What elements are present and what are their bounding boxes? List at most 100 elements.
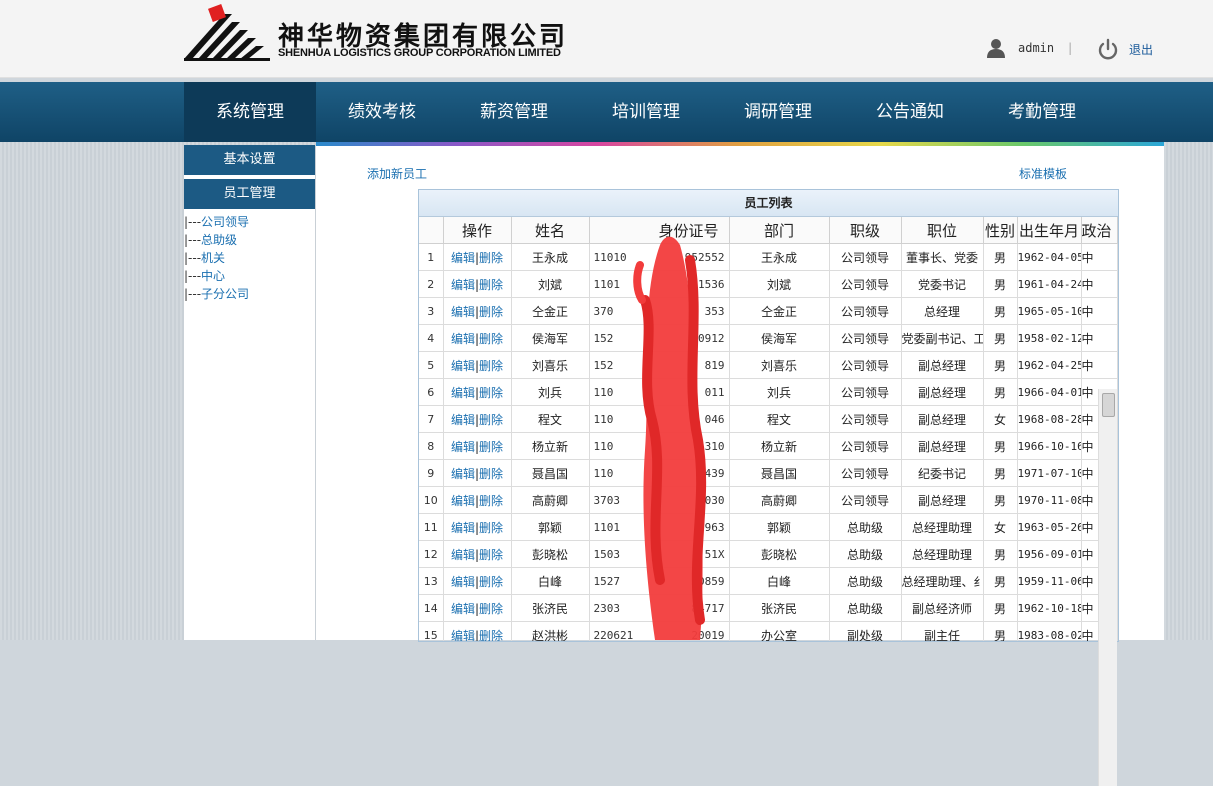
delete-link[interactable]: 删除 <box>479 440 503 454</box>
logout-button[interactable]: 退出 <box>1097 38 1153 60</box>
delete-link[interactable]: 删除 <box>479 521 503 535</box>
delete-link[interactable]: 删除 <box>479 494 503 508</box>
delete-link[interactable]: 删除 <box>479 305 503 319</box>
edit-link[interactable]: 编辑 <box>451 575 475 589</box>
id-visible-start: 1527 <box>593 574 621 588</box>
nav-item-salary[interactable]: 薪资管理 <box>448 82 580 142</box>
sidebar-basic-settings-button[interactable]: 基本设置 <box>184 145 315 175</box>
cell-position: 党委副书记、工 <box>901 324 984 352</box>
nav-item-notice[interactable]: 公告通知 <box>844 82 976 142</box>
cell-birth: 1956-09-01 <box>1017 540 1082 568</box>
table-row: 13 编辑|删除 白峰 1527 0859 白峰 总助级 总经理助理、纟男 1959-11-06… <box>419 567 1118 595</box>
id-visible-end: 819 <box>704 358 725 372</box>
id-visible-end: 1536 <box>698 277 725 291</box>
nav-item-performance[interactable]: 绩效考核 <box>316 82 448 142</box>
delete-link[interactable]: 删除 <box>479 602 503 616</box>
employee-table-panel: 员工列表 操作 姓名 身份证号 部门 职级 职位 性别 出生年月 政治 1 编辑… <box>418 189 1119 642</box>
row-actions: 编辑|删除 <box>443 270 512 298</box>
cell-gender: 男 <box>983 459 1018 487</box>
edit-link[interactable]: 编辑 <box>451 386 475 400</box>
tree-prefix: |--- <box>184 251 202 265</box>
nav-item-training[interactable]: 培训管理 <box>580 82 712 142</box>
user-icon <box>987 39 1005 58</box>
cell-position: 副总经理 <box>901 405 984 433</box>
edit-link[interactable]: 编辑 <box>451 305 475 319</box>
edit-link[interactable]: 编辑 <box>451 467 475 481</box>
delete-link[interactable]: 删除 <box>479 386 503 400</box>
standard-template-link[interactable]: 标准模板 <box>1019 165 1067 182</box>
cell-id-number: 152 0912 <box>589 324 730 352</box>
row-index: 4 <box>419 324 444 352</box>
cell-id-number: 1503 51X <box>589 540 730 568</box>
delete-link[interactable]: 删除 <box>479 278 503 292</box>
cell-id-number: 220621 20019 <box>589 621 730 641</box>
tree-link[interactable]: 机关 <box>201 251 225 265</box>
tree-prefix: |--- <box>184 233 202 247</box>
nav-item-attendance[interactable]: 考勤管理 <box>976 82 1108 142</box>
table-row: 1 编辑|删除 王永成 11010 952552 王永成 公司领导 董事长、党委男 1962-0… <box>419 243 1118 271</box>
id-visible-end: 439 <box>704 466 725 480</box>
cell-birth: 1965-05-10 <box>1017 297 1082 325</box>
delete-link[interactable]: 删除 <box>479 251 503 265</box>
tree-link[interactable]: 中心 <box>201 269 225 283</box>
table-header-row: 操作 姓名 身份证号 部门 职级 职位 性别 出生年月 政治 <box>419 217 1118 244</box>
nav-item-system[interactable]: 系统管理 <box>184 82 316 142</box>
tree-link[interactable]: 总助级 <box>201 233 237 247</box>
edit-link[interactable]: 编辑 <box>451 602 475 616</box>
nav-item-survey[interactable]: 调研管理 <box>712 82 844 142</box>
edit-link[interactable]: 编辑 <box>451 521 475 535</box>
id-visible-end: 51X <box>704 547 725 561</box>
edit-link[interactable]: 编辑 <box>451 413 475 427</box>
delete-link[interactable]: 删除 <box>479 575 503 589</box>
tree-link[interactable]: 公司领导 <box>201 215 249 229</box>
employee-table: 操作 姓名 身份证号 部门 职级 职位 性别 出生年月 政治 1 编辑|删除 王永成… <box>419 217 1118 641</box>
header-separator: | <box>1068 41 1073 55</box>
delete-link[interactable]: 删除 <box>479 548 503 562</box>
delete-link[interactable]: 删除 <box>479 332 503 346</box>
edit-link[interactable]: 编辑 <box>451 548 475 562</box>
edit-link[interactable]: 编辑 <box>451 251 475 265</box>
id-visible-start: 110 <box>593 412 614 426</box>
table-scrollbar[interactable] <box>1098 389 1117 786</box>
power-icon <box>1098 38 1118 60</box>
edit-link[interactable]: 编辑 <box>451 278 475 292</box>
id-visible-start: 3703 <box>593 493 621 507</box>
cell-level: 公司领导 <box>829 243 902 271</box>
row-index: 7 <box>419 405 444 433</box>
row-index: 1 <box>419 243 444 271</box>
cell-name: 刘兵 <box>511 378 590 406</box>
header: 神华物资集团有限公司 SHENHUA LOGISTICS GROUP CORPO… <box>0 0 1213 78</box>
cell-level: 公司领导 <box>829 486 902 514</box>
add-employee-link[interactable]: 添加新员工 <box>367 165 427 182</box>
sidebar: 基本设置 员工管理 |---公司领导 |---总助级 |---机关 |---中心… <box>184 145 315 640</box>
row-actions: 编辑|删除 <box>443 405 512 433</box>
id-visible-end: 0912 <box>698 331 725 345</box>
delete-link[interactable]: 删除 <box>479 467 503 481</box>
table-row: 8 编辑|删除 杨立新 110 310 杨立新 公司领导 副总经理男 1966-10-16 中 <box>419 432 1118 460</box>
edit-link[interactable]: 编辑 <box>451 359 475 373</box>
edit-link[interactable]: 编辑 <box>451 494 475 508</box>
col-id-number: 身份证号 <box>589 217 730 244</box>
tree-prefix: |--- <box>184 287 202 301</box>
edit-link[interactable]: 编辑 <box>451 440 475 454</box>
table-row: 2 编辑|删除 刘斌 1101 1536 刘斌 公司领导 党委书记男 1961-04-24 中 <box>419 270 1118 298</box>
delete-link[interactable]: 删除 <box>479 359 503 373</box>
cell-level: 总助级 <box>829 567 902 595</box>
scrollbar-thumb[interactable] <box>1102 393 1115 417</box>
delete-link[interactable]: 删除 <box>479 413 503 427</box>
table-row: 14 编辑|删除 张济民 2303 84717 张济民 总助级 副总经济师男 1962-10-1… <box>419 594 1118 622</box>
username: admin <box>1018 41 1055 55</box>
sidebar-employee-management-button[interactable]: 员工管理 <box>184 179 315 209</box>
logout-label[interactable]: 退出 <box>1129 41 1153 58</box>
tree-link[interactable]: 子分公司 <box>201 287 249 301</box>
table-row: 15 编辑|删除 赵洪彬 220621 20019 办公室 副处级 副主任男 1983-08-0… <box>419 621 1118 641</box>
cell-name: 刘喜乐 <box>511 351 590 379</box>
cell-gender: 男 <box>983 378 1018 406</box>
col-political: 政治 <box>1081 217 1118 244</box>
row-index: 5 <box>419 351 444 379</box>
edit-link[interactable]: 编辑 <box>451 332 475 346</box>
table-row: 10 编辑|删除 高蔚卿 3703 030 高蔚卿 公司领导 副总经理男 1970-11-08 中 <box>419 486 1118 514</box>
row-actions: 编辑|删除 <box>443 378 512 406</box>
row-index: 8 <box>419 432 444 460</box>
row-actions: 编辑|删除 <box>443 297 512 325</box>
